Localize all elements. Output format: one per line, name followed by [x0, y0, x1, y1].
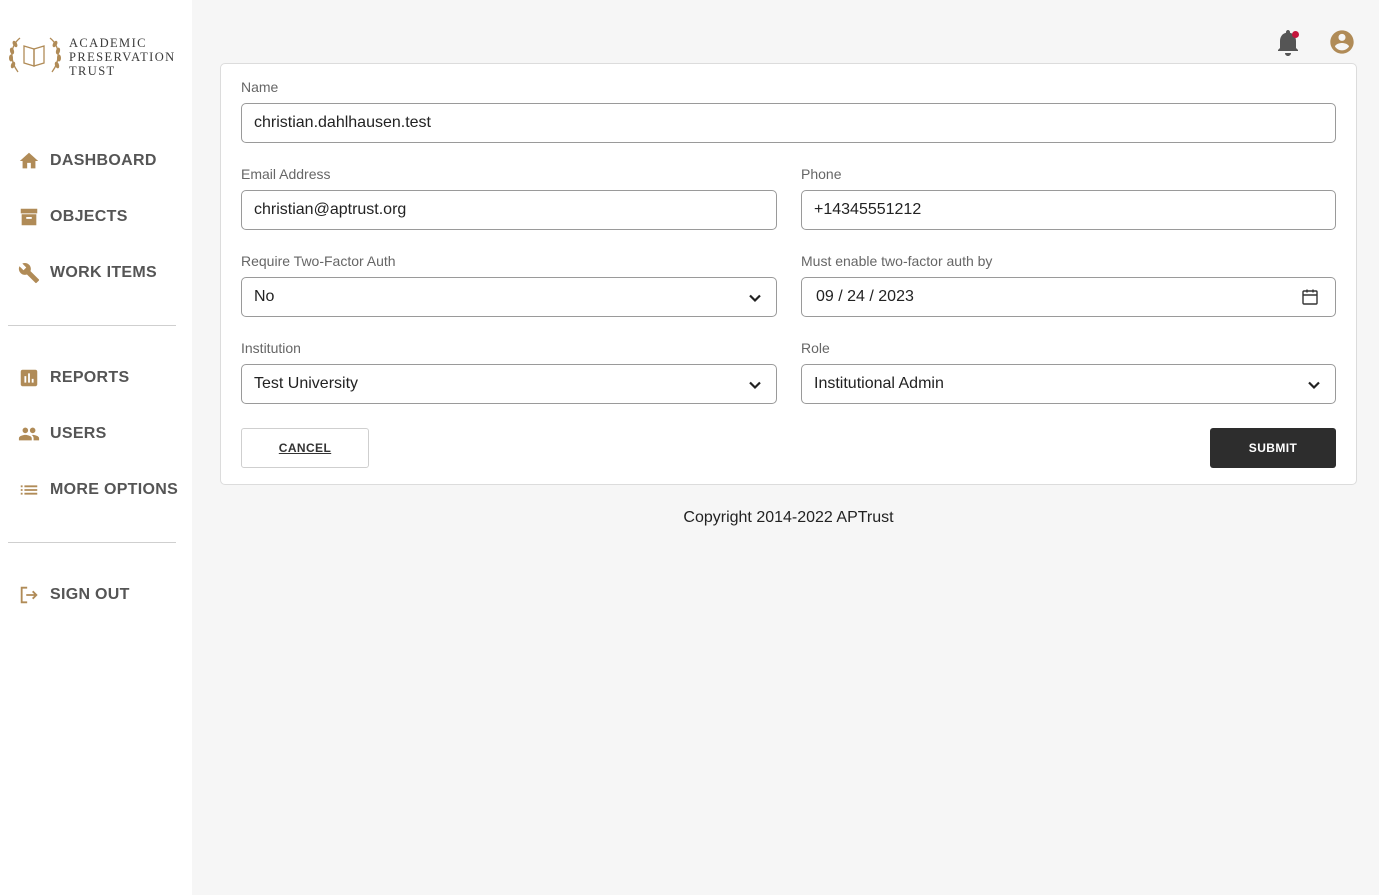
user-edit-form: Name christian.dahlhausen.test Email Add… [220, 63, 1357, 485]
laurel-book-icon [9, 37, 61, 73]
sidebar-divider [8, 325, 176, 326]
archive-icon [18, 206, 40, 228]
email-value: christian@aptrust.org [254, 201, 407, 218]
sidebar-divider [8, 542, 176, 543]
role-label: Role [801, 340, 830, 356]
home-icon [18, 150, 40, 172]
copyright-footer: Copyright 2014-2022 APTrust [683, 509, 894, 526]
email-label: Email Address [241, 166, 331, 182]
sidebar-item-objects[interactable]: OBJECTS [0, 189, 192, 245]
sidebar: ACADEMIC PRESERVATION TRUST DASHBOARD OB… [0, 0, 192, 895]
phone-label: Phone [801, 166, 842, 182]
sign-out-button[interactable]: SIGN OUT [0, 567, 192, 623]
brand-logo[interactable]: ACADEMIC PRESERVATION TRUST [6, 30, 186, 82]
sign-out-icon [18, 584, 40, 606]
sidebar-item-more-options[interactable]: MORE OPTIONS [0, 462, 192, 518]
sidebar-item-reports[interactable]: REPORTS [0, 350, 192, 406]
secondary-nav: REPORTS USERS MORE OPTIONS [0, 350, 192, 518]
primary-nav: DASHBOARD OBJECTS WORK ITEMS [0, 133, 192, 301]
phone-input[interactable]: +14345551212 [801, 190, 1336, 230]
two-factor-label: Require Two-Factor Auth [241, 253, 396, 269]
sidebar-item-label: USERS [50, 425, 107, 442]
institution-value: Test University [254, 375, 359, 392]
brand-line-3: TRUST [69, 64, 116, 78]
two-factor-value: No [254, 288, 275, 305]
name-value: christian.dahlhausen.test [254, 114, 431, 131]
role-select[interactable]: Institutional Admin [801, 364, 1336, 404]
sidebar-item-users[interactable]: USERS [0, 406, 192, 462]
two-factor-deadline-label: Must enable two-factor auth by [801, 253, 993, 269]
sidebar-item-label: DASHBOARD [50, 152, 157, 169]
email-input[interactable]: christian@aptrust.org [241, 190, 777, 230]
submit-button[interactable]: SUBMIT [1210, 428, 1336, 468]
chevron-down-icon [749, 381, 761, 390]
sidebar-item-dashboard[interactable]: DASHBOARD [0, 133, 192, 189]
phone-value: +14345551212 [814, 201, 922, 218]
two-factor-select[interactable]: No [241, 277, 777, 317]
role-value: Institutional Admin [814, 375, 944, 392]
two-factor-deadline-value: 09 / 24 / 2023 [816, 288, 914, 305]
bell-icon [1278, 30, 1299, 56]
calendar-icon[interactable] [1301, 288, 1319, 306]
name-label: Name [241, 79, 279, 95]
sidebar-item-label: MORE OPTIONS [50, 481, 179, 498]
institution-select[interactable]: Test University [241, 364, 777, 404]
cancel-button[interactable]: CANCEL [241, 428, 369, 468]
people-icon [18, 423, 40, 445]
account-button[interactable] [1328, 28, 1356, 61]
sidebar-item-label: OBJECTS [50, 208, 128, 225]
name-input[interactable]: christian.dahlhausen.test [241, 103, 1336, 143]
two-factor-deadline-date-input[interactable]: 09 / 24 / 2023 [801, 277, 1336, 317]
brand-line-2: PRESERVATION [69, 50, 176, 64]
brand-line-1: ACADEMIC [69, 36, 147, 50]
sidebar-item-label: SIGN OUT [50, 586, 130, 603]
list-icon [18, 479, 40, 501]
sidebar-item-work-items[interactable]: WORK ITEMS [0, 245, 192, 301]
chevron-down-icon [749, 294, 761, 303]
brand-name: ACADEMIC PRESERVATION TRUST [69, 36, 176, 78]
sidebar-item-label: WORK ITEMS [50, 264, 157, 281]
bar-chart-icon [18, 367, 40, 389]
signout-nav: SIGN OUT [0, 567, 192, 623]
notifications-button[interactable] [1276, 28, 1302, 63]
institution-label: Institution [241, 340, 301, 356]
wrench-icon [18, 262, 40, 284]
sidebar-item-label: REPORTS [50, 369, 130, 386]
account-circle-icon [1330, 30, 1354, 54]
chevron-down-icon [1308, 381, 1320, 390]
